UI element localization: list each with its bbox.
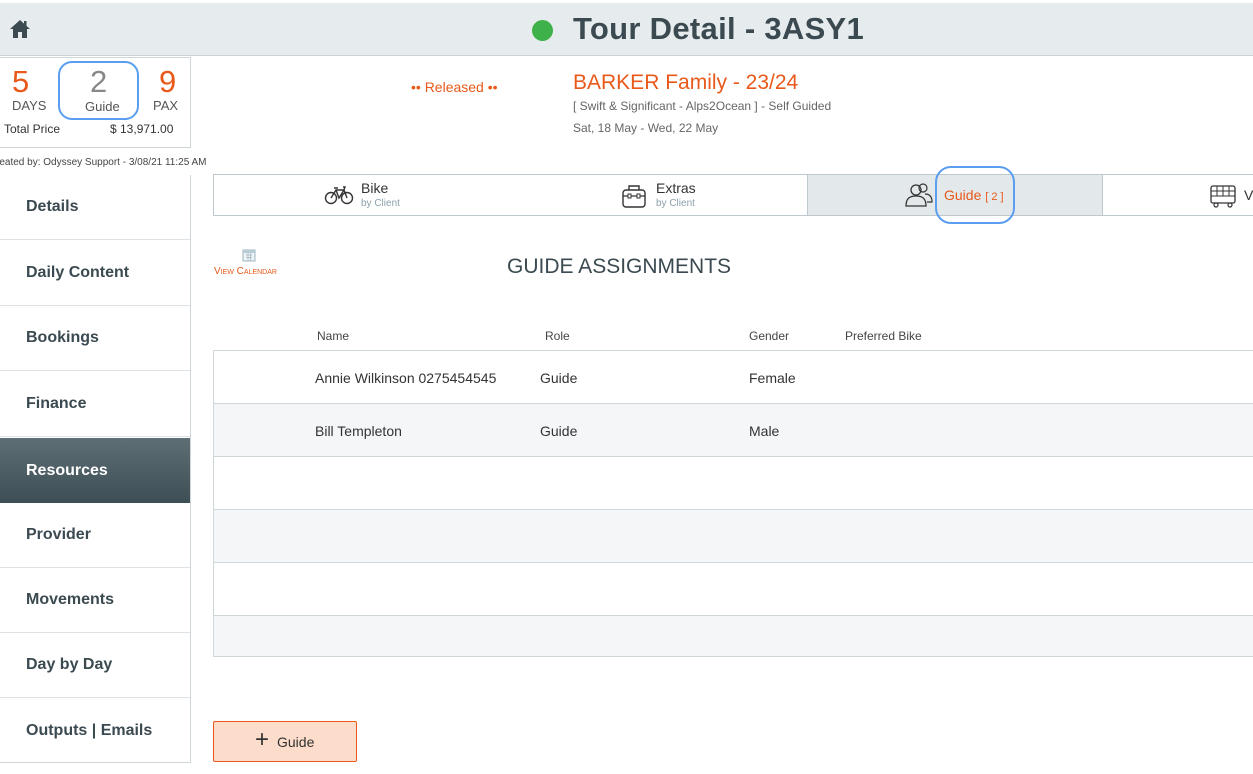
- view-calendar-label: View Calendar: [214, 266, 277, 277]
- empty-table-row: [214, 562, 1253, 615]
- section-title: GUIDE ASSIGNMENTS: [507, 255, 732, 278]
- empty-table-row: [214, 615, 1253, 656]
- days-label: DAYS: [12, 98, 47, 113]
- guide-role-cell: Guide: [540, 423, 578, 439]
- sidebar-item-label: Resources: [26, 461, 108, 479]
- created-by-text: reated by: Odyssey Support - 3/08/21 11:…: [0, 157, 207, 168]
- sidebar-item-movements[interactable]: Movements: [0, 568, 190, 633]
- home-icon[interactable]: [8, 17, 32, 41]
- tab-extras-label: Extras: [656, 180, 696, 196]
- empty-table-row: [214, 456, 1253, 509]
- tab-bike-sublabel: by Client: [361, 198, 400, 209]
- guide-name-cell: Bill Templeton: [315, 423, 402, 439]
- top-bar: Tour Detail - 3ASY1: [0, 3, 1253, 56]
- pax-label: PAX: [153, 98, 179, 113]
- sidebar-item-label: Provider: [26, 526, 91, 543]
- tab-extras-sublabel: by Client: [656, 198, 695, 209]
- tab-guide[interactable]: Guide [ 2 ]: [807, 166, 1103, 224]
- bike-icon: [324, 185, 354, 210]
- empty-table-row: [214, 509, 1253, 562]
- total-price-label: Total Price: [4, 122, 61, 136]
- sidebar-item-day-by-day[interactable]: Day by Day: [0, 633, 190, 698]
- sidebar-item-resources[interactable]: Resources: [0, 438, 190, 503]
- sidebar-item-label: Bookings: [26, 329, 99, 346]
- guide-gender-cell: Male: [749, 423, 780, 439]
- tab-vehicle-label: V: [1244, 187, 1253, 203]
- sidebar: Details Daily Content Bookings Finance R…: [0, 175, 191, 763]
- tab-bike[interactable]: Bike by Client: [214, 175, 514, 215]
- sidebar-item-label: Outputs | Emails: [26, 721, 153, 739]
- sidebar-item-bookings[interactable]: Bookings: [0, 306, 190, 371]
- sidebar-item-provider[interactable]: Provider: [0, 503, 190, 568]
- sidebar-item-label: Movements: [26, 591, 115, 608]
- resource-tabs: Bike by Client Extras by Client Guide [ …: [213, 166, 1253, 224]
- guide-tab-highlight: [935, 166, 1015, 224]
- guide-role-cell: Guide: [540, 370, 578, 386]
- status-released: •• Released ••: [411, 79, 498, 95]
- guide-assignments-table: Annie Wilkinson 0275454545 Guide Female …: [213, 350, 1253, 657]
- tour-summary-box: 5 DAYS 2 Guide 9 PAX Total Price $ 13,97…: [0, 57, 191, 148]
- tab-bike-label: Bike: [361, 180, 389, 196]
- tab-extras[interactable]: Extras by Client: [514, 175, 807, 215]
- total-price-value: $ 13,971.00: [110, 122, 174, 136]
- calendar-icon: [242, 248, 256, 267]
- sidebar-item-finance[interactable]: Finance: [0, 372, 190, 437]
- tour-family-title: BARKER Family - 23/24: [573, 71, 799, 94]
- column-header-preferred-bike: Preferred Bike: [845, 329, 922, 343]
- days-count: 5: [12, 64, 30, 99]
- column-header-role: Role: [545, 329, 570, 343]
- add-guide-button[interactable]: + Guide: [213, 721, 357, 762]
- sidebar-item-label: Details: [26, 198, 79, 215]
- sidebar-item-daily-content[interactable]: Daily Content: [0, 241, 190, 306]
- tour-dates: Sat, 18 May - Wed, 22 May: [573, 121, 719, 135]
- sidebar-item-outputs-emails[interactable]: Outputs | Emails: [0, 698, 190, 763]
- bag-icon: [620, 182, 648, 215]
- table-row[interactable]: Annie Wilkinson 0275454545 Guide Female: [214, 350, 1253, 403]
- guide-gender-cell: Female: [749, 370, 796, 386]
- guide-name-cell: Annie Wilkinson 0275454545: [315, 370, 497, 386]
- pax-count: 9: [159, 64, 177, 99]
- page-title: Tour Detail - 3ASY1: [573, 11, 865, 46]
- column-header-gender: Gender: [749, 329, 790, 343]
- tour-subtitle: [ Swift & Significant - Alps2Ocean ] - S…: [573, 99, 832, 113]
- sidebar-item-label: Daily Content: [26, 264, 130, 281]
- table-row[interactable]: Bill Templeton Guide Male: [214, 403, 1253, 456]
- view-calendar-link[interactable]: View Calendar: [214, 248, 286, 278]
- column-header-name: Name: [317, 329, 350, 343]
- guide-count-highlight: [58, 61, 139, 120]
- bus-icon: [1209, 184, 1237, 213]
- guide-users-icon: [904, 182, 934, 213]
- plus-icon: +: [255, 726, 270, 753]
- add-guide-label: Guide: [277, 734, 315, 750]
- status-indicator-dot: [532, 20, 553, 41]
- tab-vehicle[interactable]: V: [1103, 175, 1253, 215]
- sidebar-item-label: Day by Day: [26, 656, 113, 673]
- sidebar-item-label: Finance: [26, 395, 87, 412]
- sidebar-item-details[interactable]: Details: [0, 175, 190, 240]
